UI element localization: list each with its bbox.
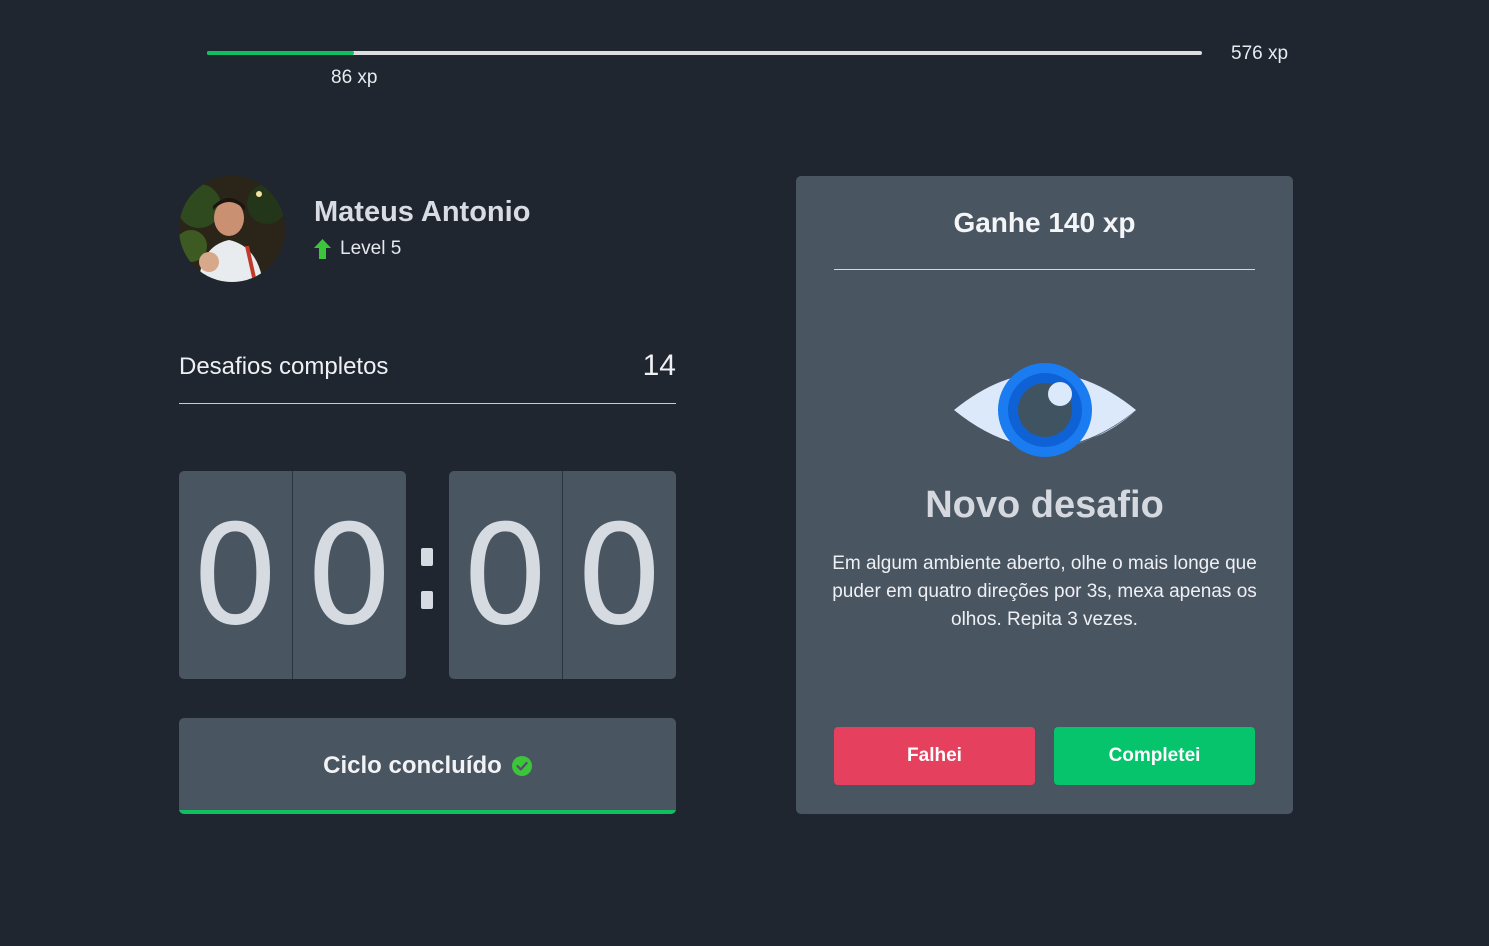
completed-challenges-label: Desafios completos xyxy=(179,353,389,380)
completed-challenges-count: 14 xyxy=(642,349,676,382)
completed-challenges: Desafios completos 14 xyxy=(179,348,676,404)
profile-name: Mateus Antonio xyxy=(314,196,531,228)
countdown-seconds: 0 0 xyxy=(449,471,676,679)
minute-digit-ones: 0 xyxy=(305,494,394,656)
cycle-completed-label: Ciclo concluído xyxy=(323,752,502,779)
countdown-minutes: 0 0 xyxy=(179,471,406,679)
challenge-card: Ganhe 140 xp Novo desafio Em algum ambie… xyxy=(796,176,1293,814)
level-indicator: Level 5 xyxy=(314,238,401,260)
challenge-title: Novo desafio xyxy=(925,484,1164,526)
minute-digit-tens: 0 xyxy=(179,471,293,679)
avatar xyxy=(179,176,285,282)
second-digit-ones: 0 xyxy=(575,494,664,656)
countdown-colon xyxy=(415,471,440,679)
countdown: 0 0 0 0 xyxy=(179,471,676,679)
cycle-progress-bar xyxy=(179,810,676,814)
xp-current-label: 86 xp xyxy=(331,67,378,88)
cycle-completed-button[interactable]: Ciclo concluído xyxy=(179,718,676,814)
xp-max-label: 576 xp xyxy=(1231,43,1289,64)
xp-progress-fill xyxy=(207,51,355,55)
xp-progress-bar xyxy=(207,51,1202,55)
eye-icon xyxy=(954,363,1136,457)
check-circle-icon xyxy=(511,756,532,776)
level-up-arrow-icon xyxy=(314,239,331,259)
challenge-card-header: Ganhe 140 xp xyxy=(834,176,1255,270)
page: 86 xp 576 xp Mateus Antonio Level 5 Desa… xyxy=(0,0,1489,946)
level-label: Level 5 xyxy=(340,238,402,259)
second-digit-tens: 0 xyxy=(449,471,563,679)
challenge-reward-label: Ganhe 140 xp xyxy=(953,206,1136,238)
completed-button[interactable]: Completei xyxy=(1054,727,1255,785)
challenge-description: Em algum ambiente aberto, olhe o mais lo… xyxy=(832,553,1257,630)
failed-button[interactable]: Falhei xyxy=(834,727,1035,785)
